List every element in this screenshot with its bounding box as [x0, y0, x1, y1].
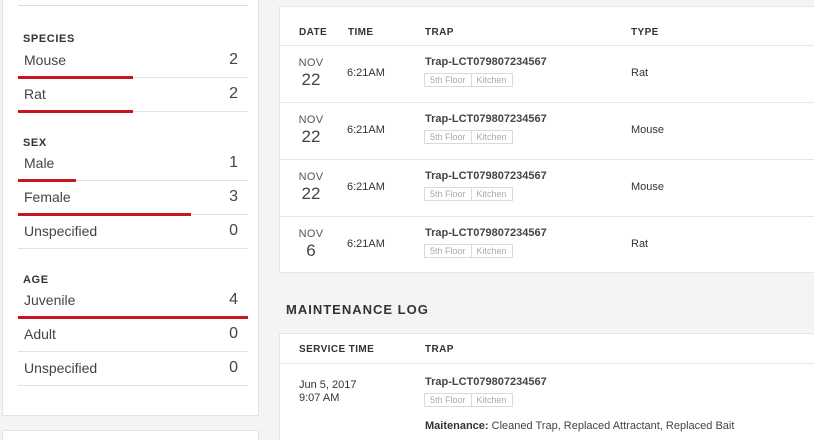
service-time: 9:07 AM [299, 392, 340, 404]
stat-row-female[interactable]: Female 3 [18, 181, 248, 216]
stat-row-adult[interactable]: Adult 0 [18, 318, 248, 352]
column-header-type[interactable]: TYPE [631, 27, 659, 38]
column-header-service-time[interactable]: SERVICE TIME [299, 344, 374, 355]
room-tag: Kitchen [471, 244, 513, 258]
maintenance-log-table: SERVICE TIME TRAP Jun 5, 2017 9:07 AM Tr… [279, 333, 814, 440]
stat-label: Juvenile [24, 292, 76, 308]
stat-row-sex-unspecified[interactable]: Unspecified 0 [18, 215, 248, 249]
stat-count: 3 [229, 188, 238, 205]
divider [18, 5, 248, 6]
column-header-time[interactable]: TIME [348, 27, 374, 38]
captures-table: DATE TIME TRAP TYPE NOV 22 6:21AM Trap-L… [279, 6, 814, 273]
date-month: NOV [298, 114, 324, 126]
time-cell: 6:21AM [347, 181, 385, 193]
stat-row-mouse[interactable]: Mouse 2 [18, 44, 248, 79]
floor-tag: 5th Floor [424, 187, 472, 201]
stat-count: 0 [229, 222, 238, 239]
stat-count: 2 [229, 85, 238, 102]
stat-count: 1 [229, 154, 238, 171]
stat-label: Adult [24, 326, 56, 342]
stat-count: 0 [229, 325, 238, 342]
stat-bar [18, 110, 133, 113]
stat-label: Rat [24, 86, 46, 102]
room-tag: Kitchen [471, 73, 513, 87]
type-cell: Rat [631, 67, 649, 79]
trap-link[interactable]: Trap-LCT079807234567 [425, 227, 547, 239]
stat-row-rat[interactable]: Rat 2 [18, 78, 248, 113]
service-date: Jun 5, 2017 [299, 379, 357, 391]
location-tags: 5th Floor Kitchen [424, 130, 513, 144]
floor-tag: 5th Floor [424, 244, 472, 258]
stat-label: Unspecified [24, 223, 98, 239]
table-row[interactable]: NOV 6 6:21AM Trap-LCT079807234567 5th Fl… [280, 216, 814, 273]
divider [280, 363, 814, 364]
stat-label: Male [24, 155, 55, 171]
trap-link[interactable]: Trap-LCT079807234567 [425, 376, 547, 388]
location-tags: 5th Floor Kitchen [424, 187, 513, 201]
maintenance-log-title: MAINTENANCE LOG [286, 302, 429, 317]
date-day: 22 [301, 127, 321, 146]
stat-row-age-unspecified[interactable]: Unspecified 0 [18, 352, 248, 386]
stat-count: 4 [229, 291, 238, 308]
room-tag: Kitchen [471, 187, 513, 201]
column-header-date[interactable]: DATE [299, 27, 327, 38]
maintenance-label: Maitenance: [425, 420, 489, 432]
stat-row-juvenile[interactable]: Juvenile 4 [18, 284, 248, 319]
date-day: 22 [301, 70, 321, 89]
stat-count: 0 [229, 359, 238, 376]
stat-count: 2 [229, 51, 238, 68]
sidebar-next-card [2, 430, 259, 440]
trap-link[interactable]: Trap-LCT079807234567 [425, 113, 547, 125]
column-header-trap[interactable]: TRAP [425, 27, 454, 38]
stat-row-male[interactable]: Male 1 [18, 147, 248, 182]
trap-link[interactable]: Trap-LCT079807234567 [425, 170, 547, 182]
floor-tag: 5th Floor [424, 73, 472, 87]
time-cell: 6:21AM [347, 67, 385, 79]
date-day: 22 [301, 184, 321, 203]
location-tags: 5th Floor Kitchen [424, 393, 513, 407]
column-header-trap[interactable]: TRAP [425, 344, 454, 355]
room-tag: Kitchen [471, 130, 513, 144]
type-cell: Mouse [631, 181, 665, 193]
floor-tag: 5th Floor [424, 130, 472, 144]
stat-label: Unspecified [24, 360, 98, 376]
type-cell: Rat [631, 238, 649, 250]
time-cell: 6:21AM [347, 124, 385, 136]
date-month: NOV [298, 228, 324, 240]
date-day: 6 [306, 241, 316, 260]
table-row[interactable]: NOV 22 6:21AM Trap-LCT079807234567 5th F… [280, 102, 814, 159]
table-row[interactable]: NOV 22 6:21AM Trap-LCT079807234567 5th F… [280, 159, 814, 216]
date-month: NOV [298, 57, 324, 69]
service-datetime: Jun 5, 2017 9:07 AM [299, 379, 357, 405]
capture-stats-panel: SPECIES Mouse 2 Rat 2 SEX Male 1 Female … [2, 0, 259, 416]
room-tag: Kitchen [471, 393, 513, 407]
type-cell: Mouse [631, 124, 665, 136]
stat-label: Female [24, 189, 71, 205]
location-tags: 5th Floor Kitchen [424, 73, 513, 87]
stat-label: Mouse [24, 52, 67, 68]
time-cell: 6:21AM [347, 238, 385, 250]
location-tags: 5th Floor Kitchen [424, 244, 513, 258]
date-month: NOV [298, 171, 324, 183]
floor-tag: 5th Floor [424, 393, 472, 407]
trap-link[interactable]: Trap-LCT079807234567 [425, 56, 547, 68]
table-row[interactable]: NOV 22 6:21AM Trap-LCT079807234567 5th F… [280, 45, 814, 102]
maintenance-description: Maitenance: Cleaned Trap, Replaced Attra… [425, 420, 734, 432]
maintenance-text: Cleaned Trap, Replaced Attractant, Repla… [491, 420, 735, 432]
